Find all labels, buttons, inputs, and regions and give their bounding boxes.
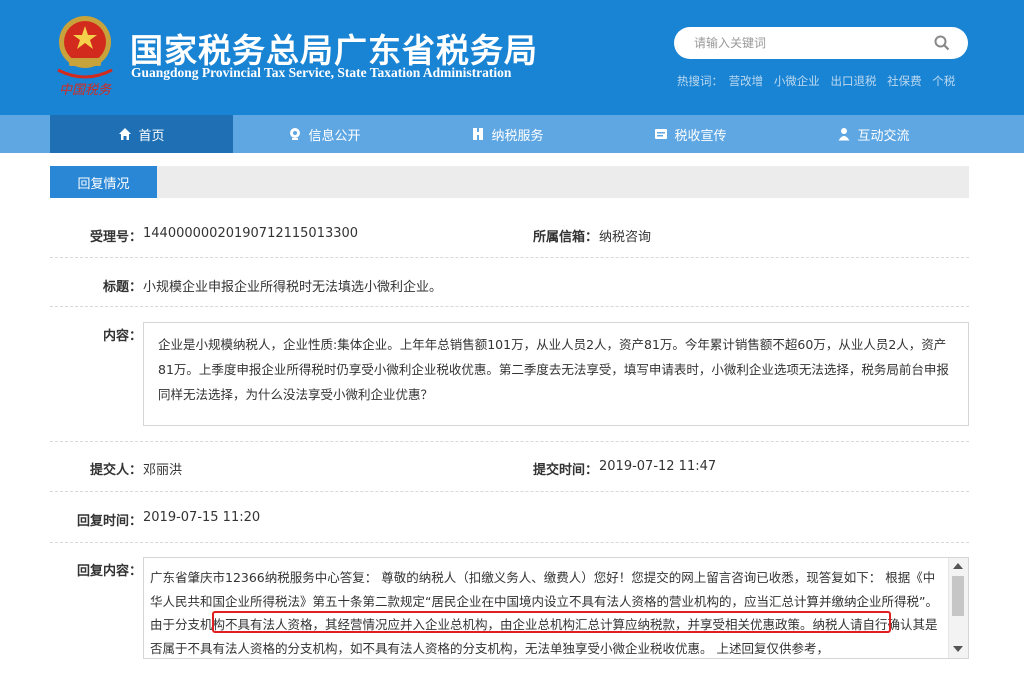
title-value: 小规模企业申报企业所得税时无法填选小微利企业。 bbox=[143, 280, 443, 295]
info-icon bbox=[290, 128, 301, 140]
nav-item-info-disclosure[interactable]: 信息公开 bbox=[233, 115, 416, 153]
tax-emblem-logo[interactable]: 中国税务 bbox=[52, 12, 118, 100]
highlight-annotation bbox=[212, 611, 891, 633]
hot-word-link[interactable]: 出口退税 bbox=[830, 74, 876, 88]
accept-no-label: 受理号： bbox=[89, 230, 142, 245]
nav-label: 税收宣传 bbox=[674, 128, 727, 144]
mailbox-label: 所属信箱： bbox=[532, 230, 598, 245]
search-icon[interactable] bbox=[934, 35, 950, 51]
nav-label: 信息公开 bbox=[308, 128, 361, 144]
tab-reply-status[interactable]: 回复情况 bbox=[50, 166, 157, 198]
accept-no-value: 14400000020190712115013300 bbox=[143, 226, 359, 241]
hot-search-label: 热搜词： bbox=[677, 74, 723, 88]
nav-label: 首页 bbox=[138, 128, 165, 144]
submitter-label: 提交人： bbox=[89, 463, 142, 478]
reply-time-label: 回复时间： bbox=[76, 514, 142, 529]
divider bbox=[50, 257, 969, 258]
main-nav: 首页 信息公开 纳税服务 税收宣传 互动交流 bbox=[0, 115, 1024, 153]
hot-word-link[interactable]: 小微企业 bbox=[774, 74, 820, 88]
divider bbox=[50, 542, 969, 543]
nav-item-interaction[interactable]: 互动交流 bbox=[782, 115, 965, 153]
reply-content-box[interactable]: 广东省肇庆市12366纳税服务中心答复： 尊敬的纳税人（扣缴义务人、缴费人）您好… bbox=[143, 557, 969, 659]
divider bbox=[50, 306, 969, 307]
publicity-icon bbox=[655, 129, 668, 139]
hot-word-link[interactable]: 社保费 bbox=[887, 74, 922, 88]
nav-item-tax-publicity[interactable]: 税收宣传 bbox=[599, 115, 782, 153]
submit-time-value: 2019-07-12 11:47 bbox=[599, 459, 717, 474]
hot-word-link[interactable]: 个税 bbox=[932, 74, 955, 88]
submitter-value: 邓丽洪 bbox=[143, 463, 183, 478]
scrollbar[interactable] bbox=[948, 558, 968, 658]
user-icon bbox=[838, 128, 850, 141]
content-label: 内容： bbox=[102, 329, 142, 344]
title-label: 标题： bbox=[102, 280, 142, 295]
scrollbar-thumb[interactable] bbox=[952, 576, 964, 616]
svg-text:中国税务: 中国税务 bbox=[59, 83, 112, 98]
mailbox-value: 纳税咨询 bbox=[599, 230, 652, 245]
reply-content-label: 回复内容： bbox=[76, 564, 142, 579]
service-icon bbox=[473, 128, 484, 140]
home-icon bbox=[119, 128, 132, 140]
site-subtitle: Guangdong Provincial Tax Service, State … bbox=[131, 65, 512, 80]
scroll-up-arrow-icon[interactable] bbox=[953, 563, 963, 569]
reply-time-value: 2019-07-15 11:20 bbox=[143, 510, 261, 525]
divider bbox=[50, 491, 969, 492]
section-tab-bar: 回复情况 bbox=[50, 166, 969, 198]
content-text: 企业是小规模纳税人，企业性质:集体企业。上年年总销售额101万，从业人员2人，资… bbox=[143, 322, 969, 426]
submit-time-label: 提交时间： bbox=[532, 463, 598, 478]
divider bbox=[50, 441, 969, 442]
hot-search-words: 热搜词： 营改增 小微企业 出口退税 社保费 个税 bbox=[677, 73, 962, 89]
scroll-down-arrow-icon[interactable] bbox=[953, 646, 963, 652]
site-header: 中国税务 国家税务总局广东省税务局 Guangdong Provincial T… bbox=[0, 0, 1024, 115]
nav-item-home[interactable]: 首页 bbox=[50, 115, 233, 153]
search-input[interactable] bbox=[674, 27, 968, 59]
nav-item-tax-service[interactable]: 纳税服务 bbox=[416, 115, 599, 153]
hot-word-link[interactable]: 营改增 bbox=[729, 74, 764, 88]
nav-label: 纳税服务 bbox=[491, 128, 544, 144]
nav-label: 互动交流 bbox=[857, 128, 910, 144]
